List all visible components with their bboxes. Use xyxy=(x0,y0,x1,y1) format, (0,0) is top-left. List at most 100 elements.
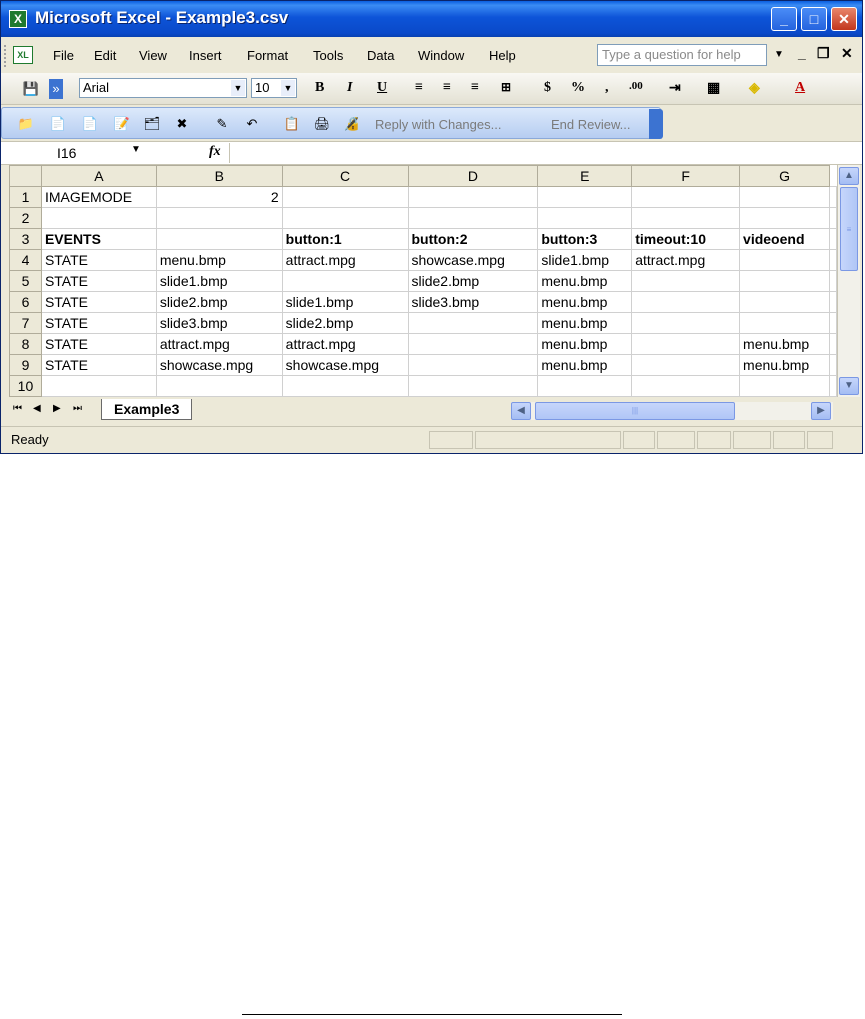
cell[interactable] xyxy=(829,207,837,229)
cell[interactable]: attract.mpg xyxy=(281,333,409,355)
borders-icon[interactable]: ▦ xyxy=(707,80,720,97)
row-header[interactable]: 9 xyxy=(9,354,42,376)
cell[interactable] xyxy=(537,375,633,397)
scroll-down-icon[interactable]: ▼ xyxy=(839,377,859,395)
cell[interactable] xyxy=(739,207,830,229)
update-file-icon[interactable]: 📋 xyxy=(282,114,302,134)
cell[interactable] xyxy=(281,207,409,229)
cell[interactable] xyxy=(631,333,741,355)
prev-comment-icon[interactable]: 📄 xyxy=(48,114,68,134)
menu-edit[interactable]: Edit xyxy=(94,48,116,63)
row-header[interactable]: 7 xyxy=(9,312,42,334)
menu-insert[interactable]: Insert xyxy=(189,48,222,63)
column-header[interactable]: F xyxy=(631,165,741,187)
horizontal-scroll-thumb[interactable]: ||| xyxy=(535,402,735,420)
cell[interactable]: showcase.mpg xyxy=(155,354,283,376)
font-color-icon[interactable]: A xyxy=(795,80,805,96)
menu-tools[interactable]: Tools xyxy=(313,48,343,63)
merge-center-icon[interactable]: ⊞ xyxy=(501,80,511,95)
underline-button[interactable]: U xyxy=(377,80,387,96)
cell[interactable] xyxy=(829,312,837,334)
cell[interactable] xyxy=(155,207,283,229)
cell[interactable] xyxy=(631,207,741,229)
cell[interactable] xyxy=(155,375,283,397)
cell[interactable] xyxy=(40,207,157,229)
cell[interactable]: showcase.mpg xyxy=(407,249,539,271)
row-header[interactable]: 5 xyxy=(9,270,42,292)
italic-button[interactable]: I xyxy=(347,80,352,96)
cell[interactable]: attract.mpg xyxy=(281,249,409,271)
help-search-input[interactable]: Type a question for help xyxy=(597,44,767,66)
worksheet-grid[interactable]: A B C D E F G 1 IMAGEMODE 2 2 3 EVENTS button:… xyxy=(9,165,837,397)
cell[interactable]: STATE xyxy=(40,249,157,271)
cell[interactable] xyxy=(739,375,830,397)
show-all-comments-icon[interactable]: 🗂 xyxy=(142,114,162,134)
cell[interactable]: menu.bmp xyxy=(155,249,283,271)
row-header[interactable]: 8 xyxy=(9,333,42,355)
cell[interactable]: menu.bmp xyxy=(739,354,830,376)
cell[interactable] xyxy=(829,186,837,208)
cell[interactable] xyxy=(829,291,837,313)
cell[interactable] xyxy=(739,312,830,334)
scroll-left-icon[interactable]: ◀ xyxy=(511,402,531,420)
cell[interactable]: attract.mpg xyxy=(631,249,741,271)
cell[interactable]: STATE xyxy=(40,333,157,355)
cell[interactable]: slide2.bmp xyxy=(407,270,539,292)
bold-button[interactable]: B xyxy=(315,80,324,96)
maximize-button[interactable]: □ xyxy=(801,7,827,31)
cell[interactable]: menu.bmp xyxy=(537,270,633,292)
cell[interactable] xyxy=(155,228,283,250)
cell[interactable]: attract.mpg xyxy=(155,333,283,355)
currency-button[interactable]: $ xyxy=(544,80,551,96)
delete-comment-icon[interactable]: ✖ xyxy=(172,114,192,134)
cell[interactable]: videoend xyxy=(739,228,830,250)
cell[interactable]: menu.bmp xyxy=(537,312,633,334)
help-dropdown-icon[interactable]: ▼ xyxy=(771,45,787,65)
reviewing-toolbar-options[interactable] xyxy=(649,109,663,139)
row-header[interactable]: 4 xyxy=(9,249,42,271)
cell[interactable]: STATE xyxy=(40,312,157,334)
font-name-select[interactable]: Arial ▼ xyxy=(79,78,247,98)
cell[interactable]: STATE xyxy=(40,270,157,292)
cell[interactable]: menu.bmp xyxy=(537,291,633,313)
title-bar[interactable]: X Microsoft Excel - Example3.csv _ □ ✕ xyxy=(1,1,862,37)
prev-sheet-icon[interactable]: ◀ xyxy=(33,403,41,414)
cell[interactable]: IMAGEMODE xyxy=(40,186,157,208)
cell[interactable]: slide1.bmp xyxy=(155,270,283,292)
cell[interactable] xyxy=(739,249,830,271)
fill-color-icon[interactable]: ◈ xyxy=(749,80,760,97)
cell[interactable]: menu.bmp xyxy=(537,333,633,355)
cell[interactable]: button:3 xyxy=(537,228,633,250)
end-review-button[interactable]: End Review... xyxy=(551,117,631,132)
close-button[interactable]: ✕ xyxy=(831,7,857,31)
cell[interactable]: button:1 xyxy=(281,228,409,250)
cell[interactable]: slide3.bmp xyxy=(407,291,539,313)
cell[interactable] xyxy=(829,270,837,292)
cell[interactable] xyxy=(631,375,741,397)
cell[interactable] xyxy=(631,270,741,292)
next-sheet-icon[interactable]: ▶ xyxy=(53,403,61,414)
cell[interactable]: slide1.bmp xyxy=(537,249,633,271)
horizontal-scrollbar[interactable]: ◀ ||| ▶ xyxy=(511,402,833,420)
menu-data[interactable]: Data xyxy=(367,48,394,63)
send-to-icon[interactable]: 🖨 xyxy=(312,114,332,134)
menu-format[interactable]: Format xyxy=(247,48,288,63)
sheet-tab-example3[interactable]: Example3 xyxy=(101,399,193,420)
doc-restore-icon[interactable]: ❐ xyxy=(817,45,830,62)
reply-with-changes-button[interactable]: Reply with Changes... xyxy=(375,117,501,132)
next-comment-icon[interactable]: 📄 xyxy=(80,114,100,134)
excel-icon[interactable]: X xyxy=(9,10,27,28)
cell[interactable]: menu.bmp xyxy=(537,354,633,376)
size-dropdown-icon[interactable]: ▼ xyxy=(281,80,295,96)
indent-icon[interactable]: ⇥ xyxy=(669,80,681,97)
new-comment-icon[interactable]: 📁 xyxy=(16,114,36,134)
align-center-icon[interactable]: ≡ xyxy=(443,80,451,96)
font-dropdown-icon[interactable]: ▼ xyxy=(231,80,245,96)
cell[interactable]: EVENTS xyxy=(40,228,157,250)
row-header[interactable]: 2 xyxy=(9,207,42,229)
cell[interactable] xyxy=(407,354,539,376)
cell[interactable] xyxy=(739,291,830,313)
cell[interactable] xyxy=(281,375,409,397)
track-changes-icon[interactable]: ✎ xyxy=(212,114,232,134)
cell[interactable] xyxy=(407,312,539,334)
